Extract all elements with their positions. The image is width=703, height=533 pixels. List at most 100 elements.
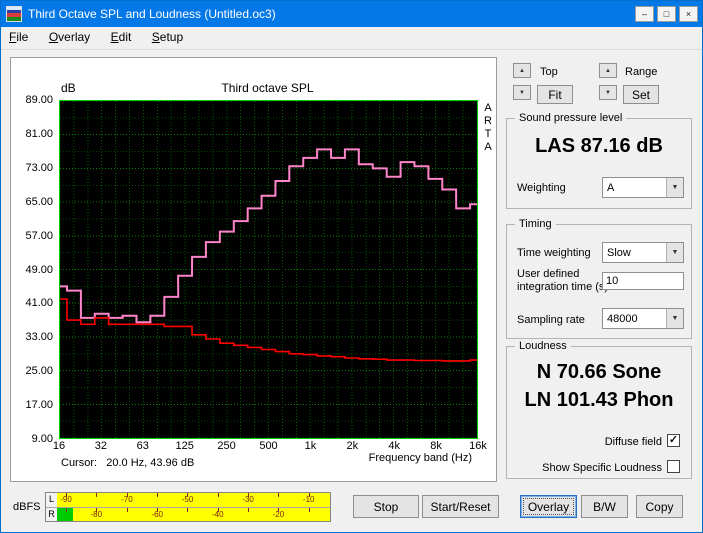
x-tick-label: 1k	[304, 440, 317, 452]
weighting-label: Weighting	[517, 182, 566, 194]
spl-group: Sound pressure level LAS 87.16 dB Weight…	[506, 112, 692, 209]
weighting-value: A	[607, 181, 615, 194]
diffuse-field-checkbox[interactable]: ✓	[667, 434, 680, 447]
meter-tick	[217, 493, 219, 497]
y-tick-label: 9.00	[31, 433, 53, 445]
menu-bar: File Overlay Edit Setup	[1, 27, 702, 50]
y-tick-label: 25.00	[25, 365, 53, 378]
integration-label-line2: integration time (s)	[517, 281, 609, 293]
y-tick-label: 89.00	[25, 94, 53, 106]
right-channel-label: R	[46, 508, 57, 521]
chevron-down-icon: ▼	[666, 243, 683, 262]
sampling-rate-label: Sampling rate	[517, 314, 585, 326]
loudness-sone-value: N 70.66 Sone	[536, 361, 662, 383]
arta-watermark: A R T A	[484, 102, 492, 153]
left-channel-label: L	[46, 493, 57, 507]
meter-scale-number: -70	[121, 495, 133, 504]
meter-scale-number: -10	[302, 495, 315, 504]
y-tick-label: 17.00	[25, 399, 53, 412]
x-tick-label: 125	[175, 440, 194, 452]
menu-overlay[interactable]: Overlay	[41, 27, 98, 48]
x-tick-label: 32	[94, 440, 108, 452]
dbfs-label: dBFS	[13, 501, 41, 513]
top-up-icon[interactable]: ▲	[513, 63, 531, 78]
meter-tick	[66, 508, 67, 512]
y-tick-label: 33.00	[25, 331, 53, 344]
loudness-group-title: Loudness	[515, 340, 571, 352]
y-tick-label: 49.00	[25, 263, 53, 276]
x-tick-label: 16k	[469, 440, 487, 452]
x-tick-label: 500	[259, 440, 278, 452]
top-label: Top	[540, 66, 558, 78]
y-tick-label: 81.00	[25, 127, 53, 140]
minimize-icon[interactable]: –	[635, 6, 654, 22]
range-label: Range	[625, 66, 658, 78]
specific-loudness-label: Show Specific Loudness	[542, 462, 662, 474]
y-tick-label: 41.00	[25, 297, 53, 310]
sampling-rate-select[interactable]: 48000 ▼	[602, 308, 684, 329]
x-tick-label: 16	[52, 440, 66, 452]
spl-value: LAS 87.16 dB	[535, 135, 663, 157]
menu-edit[interactable]: Edit	[103, 27, 140, 48]
set-button[interactable]: Set	[623, 85, 659, 104]
bw-button[interactable]: B/W	[581, 495, 628, 518]
meter-scale-number: -40	[212, 510, 224, 519]
y-axis-labels: 89.00 81.00 73.00 65.00 57.00 49.00 41.00 33.00…	[11, 94, 56, 445]
y-tick-label: 57.00	[25, 229, 53, 242]
overlay-button[interactable]: Overlay	[520, 495, 577, 518]
specific-loudness-checkbox[interactable]	[667, 460, 680, 473]
x-tick-label: 4k	[388, 440, 400, 452]
spl-chart	[60, 101, 477, 438]
top-down-icon[interactable]: ▼	[513, 85, 531, 100]
chart-title: Third octave SPL	[221, 81, 314, 95]
time-weighting-select[interactable]: Slow ▼	[602, 242, 684, 263]
x-tick-label: 63	[136, 440, 149, 452]
meter-row-right: R -80 -60 -40 -20	[46, 507, 330, 521]
meter-scale-number: -20	[272, 510, 285, 519]
menu-file[interactable]: File	[1, 27, 36, 48]
left-meter-strip: -90 -70 -50 -30 -10	[57, 493, 330, 507]
meter-tick	[157, 493, 159, 497]
chevron-down-icon: ▼	[666, 178, 683, 197]
meter-tick	[248, 508, 250, 512]
integration-time-input[interactable]	[602, 272, 684, 290]
meter-tick	[187, 508, 189, 512]
chart-panel: dB Third octave SPL 89.00 81.00 73.00 65.00…	[10, 57, 497, 482]
level-meter: L -90 -70 -50 -30 -10 R -80 -60 -40 -20	[45, 492, 331, 522]
fit-button[interactable]: Fit	[537, 85, 573, 104]
close-icon[interactable]: ×	[679, 6, 698, 22]
meter-scale-number: -50	[181, 495, 194, 504]
meter-scale-number: -80	[90, 510, 103, 519]
app-icon[interactable]	[6, 6, 22, 22]
meter-row-left: L -90 -70 -50 -30 -10	[46, 493, 330, 507]
maximize-icon[interactable]: □	[657, 6, 676, 22]
timing-group-title: Timing	[515, 218, 556, 230]
meter-tick	[308, 508, 310, 512]
cursor-readout: Cursor: 20.0 Hz, 43.96 dB	[61, 457, 195, 469]
integration-label-line1: User defined	[517, 268, 580, 280]
right-meter-strip: -80 -60 -40 -20	[57, 508, 330, 521]
window-title: Third Octave SPL and Loudness (Untitled.…	[28, 7, 276, 21]
y-tick-label: 65.00	[25, 195, 53, 208]
sampling-rate-value: 48000	[607, 312, 638, 325]
x-tick-label: 250	[217, 440, 236, 452]
stop-button[interactable]: Stop	[353, 495, 419, 518]
spl-group-title: Sound pressure level	[515, 112, 627, 124]
menu-setup[interactable]: Setup	[144, 27, 191, 48]
diffuse-field-label: Diffuse field	[604, 436, 662, 448]
app-window: Third Octave SPL and Loudness (Untitled.…	[0, 0, 703, 533]
plot-area[interactable]	[59, 100, 478, 439]
timing-group: Timing Time weighting Slow ▼ User define…	[506, 218, 692, 339]
time-weighting-value: Slow	[607, 246, 631, 259]
range-up-icon[interactable]: ▲	[599, 63, 617, 78]
meter-tick	[278, 493, 280, 497]
title-bar[interactable]: Third Octave SPL and Loudness (Untitled.…	[1, 1, 702, 27]
x-tick-label: 2k	[346, 440, 359, 452]
chevron-down-icon: ▼	[666, 309, 683, 328]
weighting-select[interactable]: A ▼	[602, 177, 684, 198]
range-down-icon[interactable]: ▼	[599, 85, 617, 100]
copy-button[interactable]: Copy	[636, 495, 683, 518]
meter-scale-number: -30	[242, 495, 254, 504]
x-tick-label: 8k	[430, 440, 442, 452]
start-reset-button[interactable]: Start/Reset	[422, 495, 499, 518]
